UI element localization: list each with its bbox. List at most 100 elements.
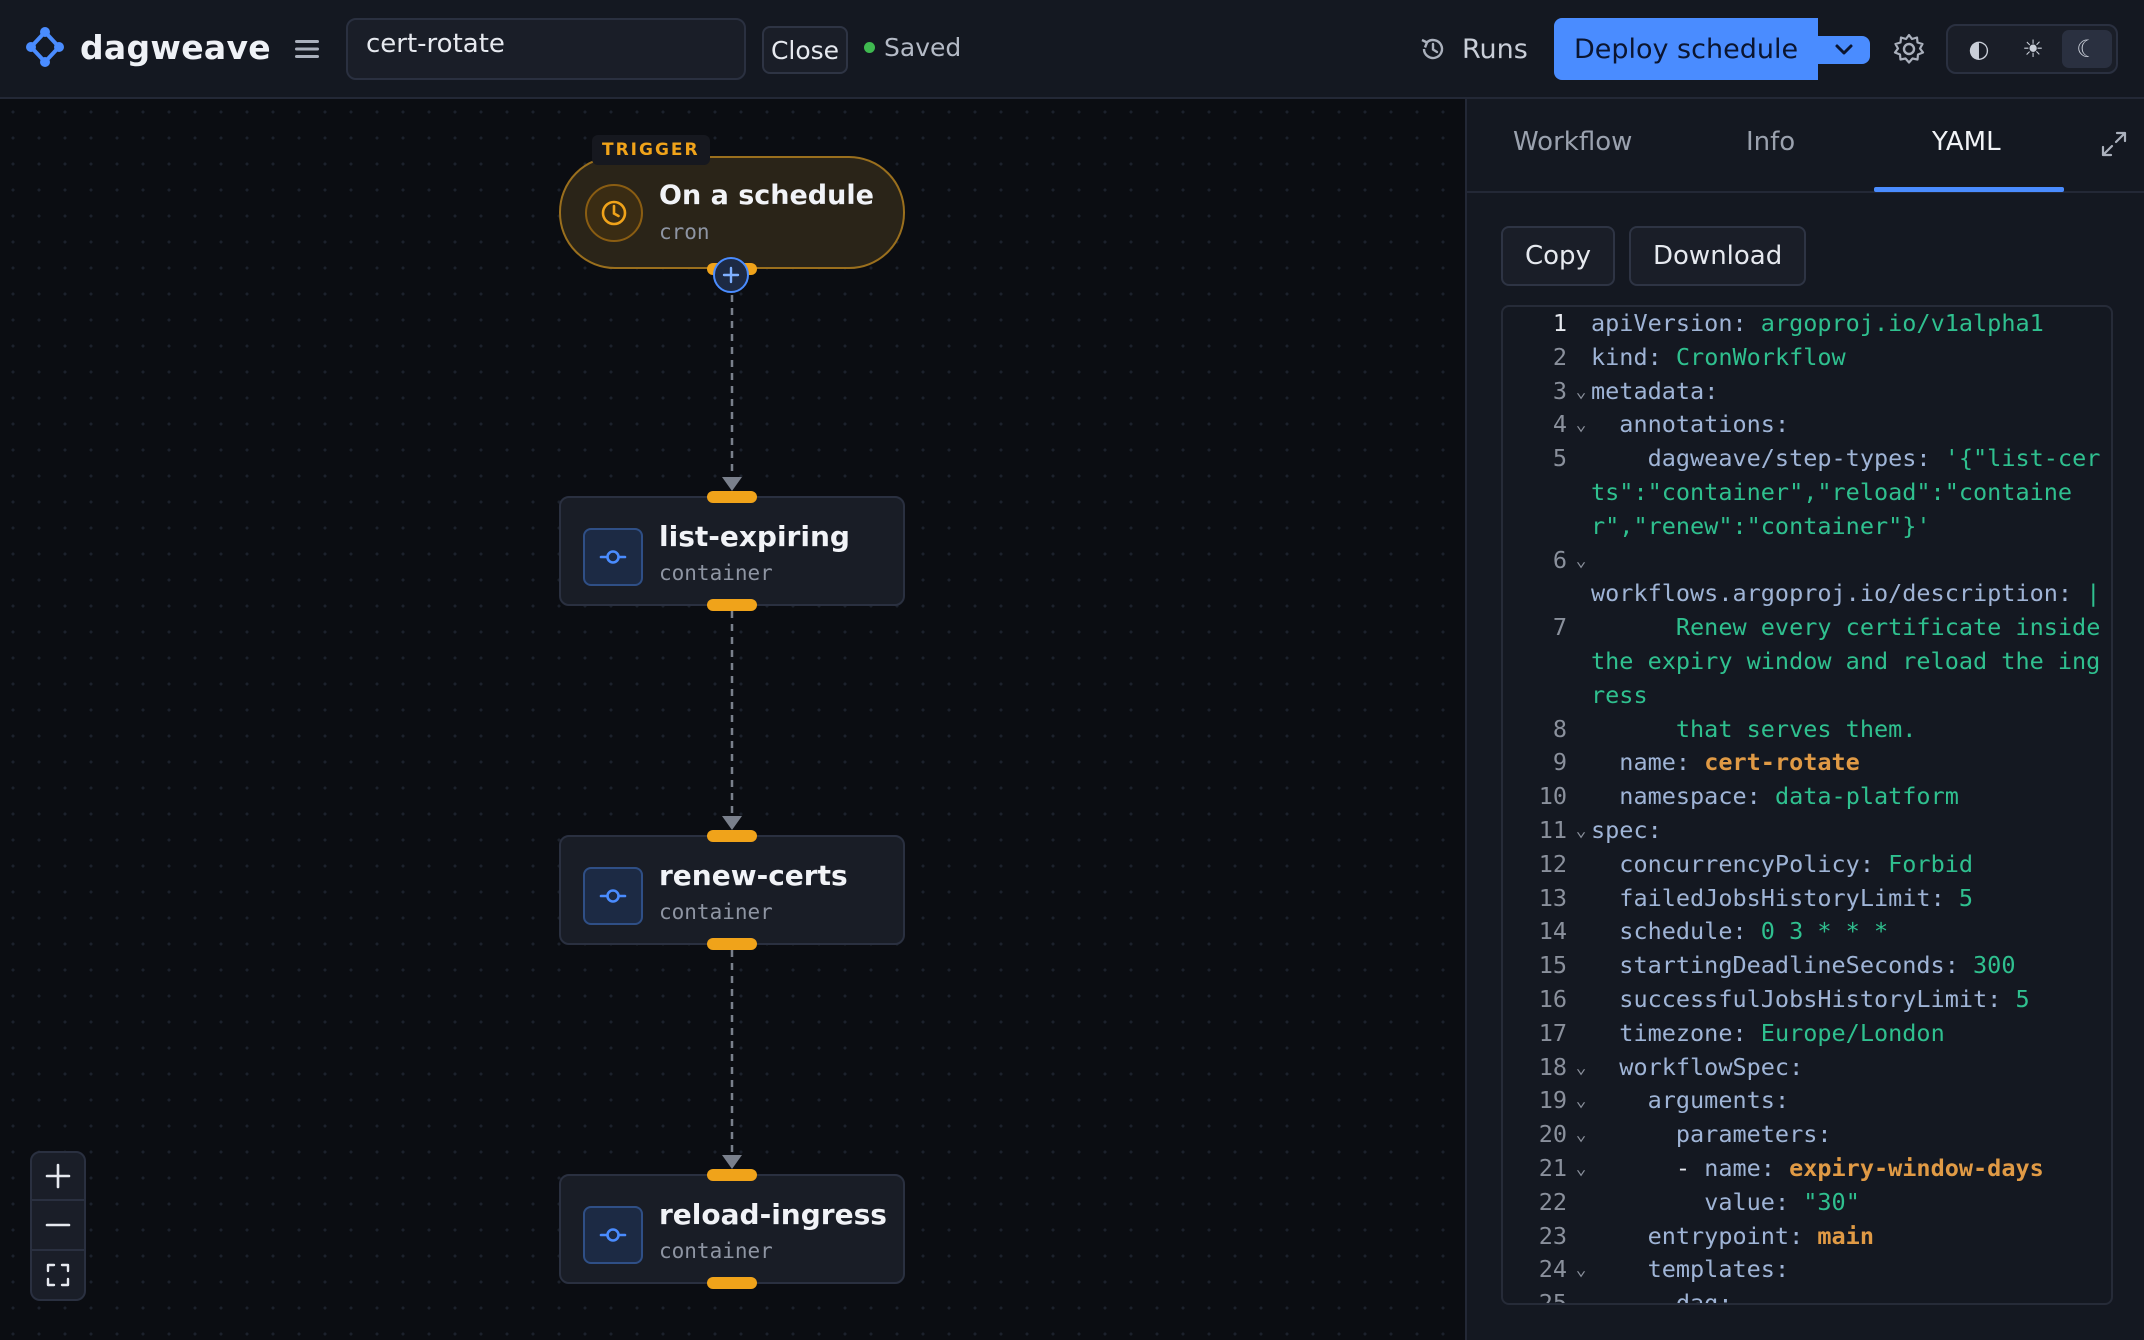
line-number: 13 — [1538, 883, 1567, 912]
step-node-renew-certs[interactable]: renew-certs container — [559, 835, 905, 945]
fold-gutter — [1571, 1220, 1591, 1254]
line-text: - name: expiry-window-days — [1591, 1153, 2044, 1182]
yaml-line: 25 - dag: — [1503, 1287, 2111, 1305]
theme-light-icon[interactable]: ☀ — [2008, 30, 2058, 68]
fold-chevron-icon[interactable]: ⌄ — [1571, 1253, 1591, 1287]
zoom-out-button[interactable] — [30, 1201, 86, 1251]
step-input-handle[interactable] — [707, 1169, 757, 1181]
fold-chevron-icon[interactable]: ⌄ — [1571, 544, 1591, 578]
line-number: 24 — [1538, 1255, 1567, 1284]
yaml-line: 6 ⌄ — [1503, 544, 2111, 578]
step-output-handle[interactable] — [707, 599, 757, 611]
yaml-line: 5 dagweave/step-types: '{"list-certs":"c… — [1503, 442, 2111, 543]
fold-gutter — [1571, 1017, 1591, 1051]
copy-yaml-button[interactable]: Copy — [1501, 226, 1615, 286]
yaml-line: 17 timezone: Europe/London — [1503, 1017, 2111, 1051]
fold-gutter — [1571, 442, 1591, 543]
line-number: 17 — [1538, 1018, 1567, 1047]
yaml-line: 15 startingDeadlineSeconds: 300 — [1503, 949, 2111, 983]
yaml-line: 16 successfulJobsHistoryLimit: 5 — [1503, 983, 2111, 1017]
tab-yaml[interactable]: YAML — [1932, 127, 2001, 157]
yaml-line: 4 ⌄ annotations: — [1503, 408, 2111, 442]
save-status: Saved — [884, 33, 962, 62]
step-input-handle[interactable] — [707, 830, 757, 842]
line-number: 8 — [1552, 714, 1567, 743]
fold-gutter — [1571, 713, 1591, 747]
line-text: failedJobsHistoryLimit: 5 — [1619, 883, 1974, 912]
line-number: 20 — [1538, 1120, 1567, 1149]
step-node-reload-ingress[interactable]: reload-ingress container — [559, 1174, 905, 1284]
trigger-node-schedule[interactable]: On a schedule cron — [559, 156, 905, 269]
line-number: 14 — [1538, 917, 1567, 946]
close-button[interactable]: Close — [762, 26, 848, 74]
step-input-handle[interactable] — [707, 491, 757, 503]
theme-contrast-icon[interactable]: ◐ — [1954, 30, 2004, 68]
line-text: apiVersion: argoproj.io/v1alpha1 — [1591, 309, 2044, 337]
line-text: startingDeadlineSeconds: 300 — [1619, 951, 2016, 980]
deploy-schedule-button[interactable]: Deploy schedule — [1554, 18, 1818, 80]
download-yaml-button[interactable]: Download — [1629, 226, 1807, 286]
fold-chevron-icon[interactable]: ⌄ — [1571, 1118, 1591, 1152]
tab-workflow[interactable]: Workflow — [1513, 127, 1632, 157]
fold-chevron-icon[interactable]: ⌄ — [1571, 1051, 1591, 1085]
yaml-line: workflows.argoproj.io/description: | — [1503, 577, 2111, 611]
theme-dark-icon[interactable]: ☾ — [2062, 30, 2112, 68]
edge-arrow — [722, 1155, 742, 1169]
fold-chevron-icon[interactable]: ⌄ — [1571, 375, 1591, 409]
line-number: 5 — [1552, 444, 1567, 473]
fold-chevron-icon[interactable]: ⌄ — [1571, 1152, 1591, 1186]
yaml-line: 20 ⌄ parameters: — [1503, 1118, 2111, 1152]
line-number: 25 — [1538, 1289, 1567, 1305]
deploy-options-dropdown[interactable] — [1818, 36, 1870, 64]
line-number: 7 — [1552, 613, 1567, 642]
line-number: 21 — [1538, 1153, 1567, 1182]
step-type: container — [659, 1239, 773, 1263]
add-step-button[interactable] — [713, 257, 749, 293]
line-number: 1 — [1552, 309, 1567, 337]
workflow-name-input[interactable] — [346, 18, 746, 80]
yaml-line: 21 ⌄ - name: expiry-window-days — [1503, 1152, 2111, 1186]
step-output-handle[interactable] — [707, 1277, 757, 1289]
step-node-list-expiring[interactable]: list-expiring container — [559, 496, 905, 606]
yaml-line: 14 schedule: 0 3 * * * — [1503, 915, 2111, 949]
workflow-canvas[interactable]: On a schedule cron TRIGGER list-expiring… — [0, 99, 1465, 1340]
step-type: container — [659, 561, 773, 585]
gear-icon[interactable] — [1892, 32, 1926, 66]
clock-icon — [585, 184, 643, 242]
line-text: kind: CronWorkflow — [1591, 342, 1846, 371]
fold-gutter — [1571, 983, 1591, 1017]
line-number: 6 — [1552, 545, 1567, 574]
yaml-editor[interactable]: 1 apiVersion: argoproj.io/v1alpha1 2 kind: … — [1501, 305, 2113, 1305]
yaml-line: 2 kind: CronWorkflow — [1503, 341, 2111, 375]
yaml-line: 22 value: "30" — [1503, 1186, 2111, 1220]
runs-button[interactable]: Runs — [1418, 26, 1528, 72]
fold-chevron-icon[interactable]: ⌄ — [1571, 1084, 1591, 1118]
zoom-in-button[interactable] — [30, 1151, 86, 1201]
line-text: value: "30" — [1704, 1187, 1860, 1216]
expand-panel-icon[interactable] — [2099, 129, 2129, 159]
container-step-icon — [583, 528, 643, 586]
saved-status-dot — [864, 42, 875, 53]
tab-info[interactable]: Info — [1746, 127, 1795, 157]
plus-icon — [45, 1163, 71, 1189]
line-text: - dag: — [1591, 1289, 1733, 1305]
line-text: name: cert-rotate — [1619, 748, 1860, 777]
yaml-line: 23 entrypoint: main — [1503, 1220, 2111, 1254]
trigger-title: On a schedule — [659, 180, 874, 211]
line-number: 9 — [1552, 748, 1567, 777]
fit-view-button[interactable] — [30, 1251, 86, 1301]
line-number: 11 — [1538, 815, 1567, 844]
fold-chevron-icon[interactable]: ⌄ — [1571, 408, 1591, 442]
yaml-line: 24 ⌄ templates: — [1503, 1253, 2111, 1287]
dagweave-logo-icon — [26, 27, 64, 67]
yaml-line: 10 namespace: data-platform — [1503, 780, 2111, 814]
fold-chevron-icon[interactable]: ⌄ — [1571, 814, 1591, 848]
step-output-handle[interactable] — [707, 938, 757, 950]
hamburger-menu-icon[interactable] — [292, 34, 322, 64]
yaml-code: 1 apiVersion: argoproj.io/v1alpha1 2 kind: … — [1503, 307, 2111, 1305]
yaml-line: 11 ⌄ spec: — [1503, 814, 2111, 848]
yaml-line: 3 ⌄ metadata: — [1503, 375, 2111, 409]
history-icon — [1421, 38, 1444, 60]
line-text: schedule: 0 3 * * * — [1619, 917, 1889, 946]
fold-gutter — [1571, 577, 1591, 611]
